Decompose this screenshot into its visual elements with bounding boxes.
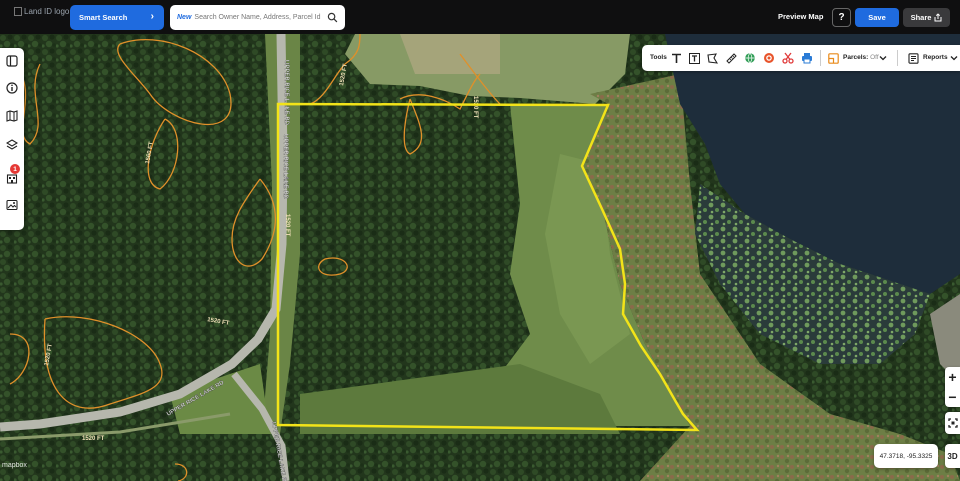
map-canvas[interactable]: 1520 FT 1520 FT 1520 FT 1520 FT 1520 FT … xyxy=(0,34,960,481)
top-bar: Land ID logo Smart Search › New Search O… xyxy=(0,0,960,34)
info-icon xyxy=(5,81,18,94)
left-toolbar: 1 xyxy=(0,48,24,230)
parcels-value: Off xyxy=(870,54,879,61)
share-button[interactable]: Share xyxy=(903,8,950,27)
ruler-icon xyxy=(725,52,737,64)
scissors-button[interactable] xyxy=(781,51,795,65)
map-book-button[interactable] xyxy=(3,107,20,124)
road-label-2: UPPER RICE LAKE RD xyxy=(282,134,288,200)
toggle-3d-button[interactable]: 3D xyxy=(945,444,960,468)
satellite-map[interactable]: 1520 FT 1520 FT 1520 FT 1520 FT 1520 FT … xyxy=(0,34,960,481)
share-label: Share xyxy=(910,13,932,22)
toolbar-divider xyxy=(897,50,898,66)
chevron-down-icon[interactable] xyxy=(950,54,958,62)
polygon-tool-button[interactable] xyxy=(705,51,719,65)
chevron-down-icon[interactable] xyxy=(879,54,887,62)
contour-label-6: 1520 FT xyxy=(82,436,105,442)
image-icon xyxy=(5,199,18,210)
share-icon xyxy=(934,13,942,22)
broken-image-icon xyxy=(14,6,22,16)
contour-label-3: 1520 FT xyxy=(284,214,290,237)
app-logo[interactable]: Land ID logo xyxy=(14,5,69,17)
toolbar-divider xyxy=(820,50,821,66)
polygon-tool-icon xyxy=(706,52,718,64)
search-box[interactable]: New Search Owner Name, Address, Parcel I… xyxy=(170,5,345,30)
notification-badge: 1 xyxy=(10,164,20,174)
text-box-button[interactable] xyxy=(687,51,701,65)
reports-label[interactable]: Reports xyxy=(923,54,948,61)
coordinates-readout: 47.3718, -95.3325 xyxy=(874,444,938,468)
reports-icon xyxy=(907,52,919,64)
chevron-right-icon: › xyxy=(150,11,154,22)
ruler-button[interactable] xyxy=(724,51,738,65)
mapbox-attribution[interactable]: mapbox xyxy=(2,462,27,469)
parcels-toggle-icon-button[interactable] xyxy=(826,51,840,65)
globe-add-icon xyxy=(745,52,755,64)
logo-alt-text: Land ID logo xyxy=(24,6,70,16)
new-tag: New xyxy=(177,14,192,21)
scissors-icon xyxy=(782,52,794,64)
layers-icon xyxy=(5,138,18,150)
image-button[interactable] xyxy=(3,196,20,213)
info-button[interactable] xyxy=(3,79,20,96)
zoom-in-button[interactable]: + xyxy=(945,367,960,387)
globe-add-button[interactable] xyxy=(743,51,757,65)
panel-toggle-button[interactable] xyxy=(3,52,20,69)
zoom-control: + − xyxy=(945,367,960,407)
parcels-label-text: Parcels: xyxy=(843,54,869,61)
fit-bounds-icon xyxy=(947,418,958,428)
field-patch xyxy=(400,34,500,74)
layers-button[interactable] xyxy=(3,136,20,153)
search-input[interactable]: Search Owner Name, Address, Parcel Id xyxy=(194,14,320,21)
contour-label-2: 1520 FT xyxy=(472,96,478,119)
target-button[interactable] xyxy=(762,51,776,65)
fit-bounds-button[interactable] xyxy=(945,412,960,434)
map-book-icon xyxy=(5,109,18,122)
save-button[interactable]: Save xyxy=(855,8,899,27)
smart-search-label: Smart Search xyxy=(79,13,128,22)
preview-map-button[interactable]: Preview Map xyxy=(778,12,823,21)
tools-toolbar: Tools Parcels: Off Reports xyxy=(642,45,960,71)
zoom-out-button[interactable]: − xyxy=(945,387,960,407)
target-icon xyxy=(764,53,774,63)
panel-toggle-icon xyxy=(5,54,18,67)
help-button[interactable]: ? xyxy=(832,8,851,27)
print-button[interactable] xyxy=(800,51,814,65)
text-tool-button[interactable] xyxy=(669,51,683,65)
smart-search-button[interactable]: Smart Search › xyxy=(70,5,164,30)
text-box-icon xyxy=(688,52,700,64)
text-tool-icon xyxy=(671,53,681,63)
road-label-1: UPPER RICE LAKE RD xyxy=(283,60,289,126)
parcels-label[interactable]: Parcels: Off xyxy=(843,54,879,61)
search-icon[interactable] xyxy=(327,12,338,23)
print-icon xyxy=(802,53,812,64)
tools-label: Tools xyxy=(650,54,667,61)
reports-icon-button[interactable] xyxy=(906,51,920,65)
parcels-icon xyxy=(827,52,839,64)
